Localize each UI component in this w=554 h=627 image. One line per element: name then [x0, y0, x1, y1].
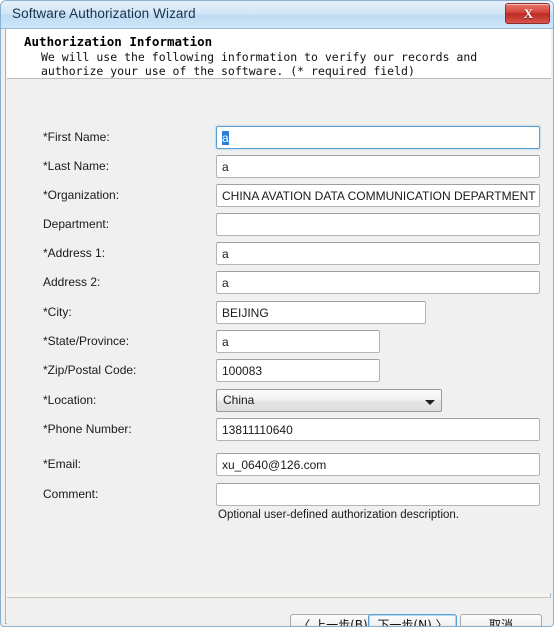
address-1-input[interactable] [216, 242, 540, 265]
form-row-first-name: *First Name: [7, 126, 551, 150]
label-email: *Email: [43, 457, 82, 471]
window-title: Software Authorization Wizard [12, 6, 196, 21]
form-row-city: *City: [7, 301, 551, 325]
location-select[interactable]: China [216, 389, 442, 412]
close-button[interactable]: X [505, 3, 550, 24]
chevron-down-icon[interactable] [420, 391, 440, 412]
city-input[interactable] [216, 301, 426, 324]
phone-number-input[interactable] [216, 418, 540, 441]
form-row-location: *Location: China [7, 389, 551, 413]
form-row-zip-postal-code: *Zip/Postal Code: [7, 359, 551, 383]
last-name-input[interactable] [216, 155, 540, 178]
label-organization: *Organization: [43, 188, 120, 202]
form-row-address-1: *Address 1: [7, 242, 551, 266]
form-row-department: Department: [7, 213, 551, 237]
address-2-input[interactable] [216, 271, 540, 294]
form-row-phone-number: *Phone Number: [7, 418, 551, 442]
wizard-header: Authorization Information We will use th… [7, 29, 551, 79]
window-body: Authorization Information We will use th… [5, 29, 551, 626]
label-address-1: *Address 1: [43, 246, 106, 260]
form-row-organization: *Organization: [7, 184, 551, 208]
label-zip-postal-code: *Zip/Postal Code: [43, 363, 137, 377]
label-city: *City: [43, 305, 72, 319]
label-first-name: *First Name: [43, 130, 110, 144]
page-description: We will use the following information to… [41, 50, 478, 78]
wizard-window: Software Authorization Wizard X Authoriz… [0, 0, 554, 627]
comment-input[interactable] [216, 483, 540, 506]
next-button[interactable]: 下一步(N) 〉 [368, 614, 457, 626]
form-row-comment: Comment: [7, 483, 551, 507]
form-panel: *First Name: *Last Name: *Organization: Dep… [7, 79, 551, 593]
label-location: *Location: [43, 393, 97, 407]
state-province-input[interactable] [216, 330, 380, 353]
label-address-2: Address 2: [43, 275, 101, 289]
page-title: Authorization Information [24, 34, 213, 49]
zip-postal-code-input[interactable] [216, 359, 380, 382]
form-row-email: *Email: [7, 453, 551, 477]
form-row-address-2: Address 2: [7, 271, 551, 295]
label-phone-number: *Phone Number: [43, 422, 132, 436]
title-bar: Software Authorization Wizard X [1, 1, 553, 29]
location-selected-value: China [223, 393, 255, 407]
label-last-name: *Last Name: [43, 159, 110, 173]
footer-bar: 〈 上一步(B) 下一步(N) 〉 取消 [7, 598, 551, 626]
organization-input[interactable] [216, 184, 540, 207]
chevron-down-glyph [425, 400, 435, 405]
cancel-button[interactable]: 取消 [460, 614, 542, 626]
label-state-province: *State/Province: [43, 334, 130, 348]
form-row-last-name: *Last Name: [7, 155, 551, 179]
back-button[interactable]: 〈 上一步(B) [290, 614, 376, 626]
first-name-input[interactable] [216, 126, 540, 149]
form-row-state-province: *State/Province: [7, 330, 551, 354]
department-input[interactable] [216, 213, 540, 236]
label-department: Department: [43, 217, 110, 231]
close-icon: X [523, 6, 534, 21]
label-comment: Comment: [43, 487, 99, 501]
comment-hint: Optional user-defined authorization desc… [218, 509, 460, 521]
email-input[interactable] [216, 453, 540, 476]
